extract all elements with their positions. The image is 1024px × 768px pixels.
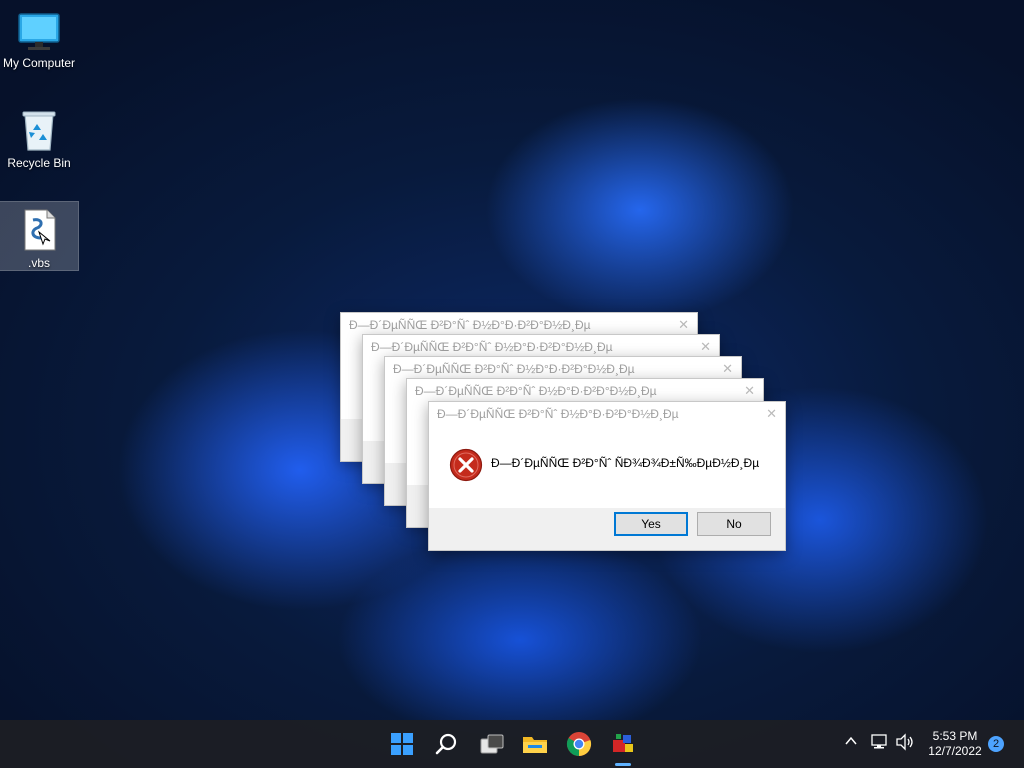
show-hidden-icons-chevron-icon[interactable] — [844, 734, 858, 751]
vbs-script-icon — [24, 209, 56, 251]
dialog-title: Ð—Ð´ÐµÑÑŒ Ð²Ð°Ñˆ Ð½Ð°Ð·Ð²Ð°Ð½Ð¸Ðµ — [437, 407, 679, 421]
search-icon[interactable] — [431, 728, 463, 760]
error-dialog-front[interactable]: Ð—Ð´ÐµÑÑŒ Ð²Ð°Ñˆ Ð½Ð°Ð·Ð²Ð°Ð½Ð¸Ðµ ✕ Ð—Ð´… — [428, 401, 786, 551]
desktop-icon-label: Recycle Bin — [7, 156, 71, 170]
app-icon[interactable] — [607, 728, 639, 760]
active-app-indicator — [615, 763, 631, 766]
monitor-icon — [18, 13, 60, 50]
desktop-icon-label: .vbs — [27, 256, 50, 270]
file-explorer-icon[interactable] — [519, 728, 551, 760]
desktop-icon-label: My Computer — [2, 56, 76, 70]
dialog-title: Ð—Ð´ÐµÑÑŒ Ð²Ð°Ñˆ Ð½Ð°Ð·Ð²Ð°Ð½Ð¸Ðµ — [415, 384, 657, 398]
yes-button[interactable]: Yes — [614, 512, 688, 536]
dialog-body: Ð—Ð´ÐµÑÑŒ Ð²Ð°Ñˆ ÑÐ¾Ð¾Ð±Ñ‰ÐµÐ½Ð¸Ðµ — [429, 426, 785, 508]
notification-badge[interactable]: 2 — [988, 736, 1004, 752]
error-icon — [449, 448, 483, 482]
clock-time: 5:53 PM — [932, 729, 978, 743]
volume-icon[interactable] — [895, 733, 915, 754]
recycle-bin-icon — [22, 111, 56, 151]
chrome-icon[interactable] — [563, 728, 595, 760]
dialog-titlebar[interactable]: Ð—Ð´ÐµÑÑŒ Ð²Ð°Ñˆ Ð½Ð°Ð·Ð²Ð°Ð½Ð¸Ðµ ✕ — [429, 402, 785, 426]
task-view-icon[interactable] — [476, 728, 508, 760]
notification-count: 2 — [992, 738, 1000, 750]
close-icon[interactable]: ✕ — [744, 379, 755, 403]
dialog-title: Ð—Ð´ÐµÑÑŒ Ð²Ð°Ñˆ Ð½Ð°Ð·Ð²Ð°Ð½Ð¸Ðµ — [349, 318, 591, 332]
clock[interactable]: 5:53 PM 12/7/2022 — [924, 729, 986, 759]
dialog-title: Ð—Ð´ÐµÑÑŒ Ð²Ð°Ñˆ Ð½Ð°Ð·Ð²Ð°Ð½Ð¸Ðµ — [371, 340, 613, 354]
clock-date: 12/7/2022 — [928, 744, 982, 758]
desktop-icon-my-computer[interactable]: My Computer — [0, 6, 78, 78]
dialog-titlebar[interactable]: Ð—Ð´ÐµÑÑŒ Ð²Ð°Ñˆ Ð½Ð°Ð·Ð²Ð°Ð½Ð¸Ðµ ✕ — [407, 379, 763, 403]
taskbar: 5:53 PM 12/7/2022 2 — [0, 720, 1024, 768]
desktop-icon-vbs-file[interactable]: .vbs — [0, 201, 79, 271]
start-icon[interactable] — [386, 728, 418, 760]
network-icon[interactable] — [870, 733, 888, 754]
close-icon[interactable]: ✕ — [766, 402, 777, 426]
desktop-icon-recycle-bin[interactable]: Recycle Bin — [0, 102, 78, 174]
no-button[interactable]: No — [697, 512, 771, 536]
dialog-title: Ð—Ð´ÐµÑÑŒ Ð²Ð°Ñˆ Ð½Ð°Ð·Ð²Ð°Ð½Ð¸Ðµ — [393, 362, 635, 376]
dialog-message: Ð—Ð´ÐµÑÑŒ Ð²Ð°Ñˆ ÑÐ¾Ð¾Ð±Ñ‰ÐµÐ½Ð¸Ðµ — [491, 456, 760, 470]
